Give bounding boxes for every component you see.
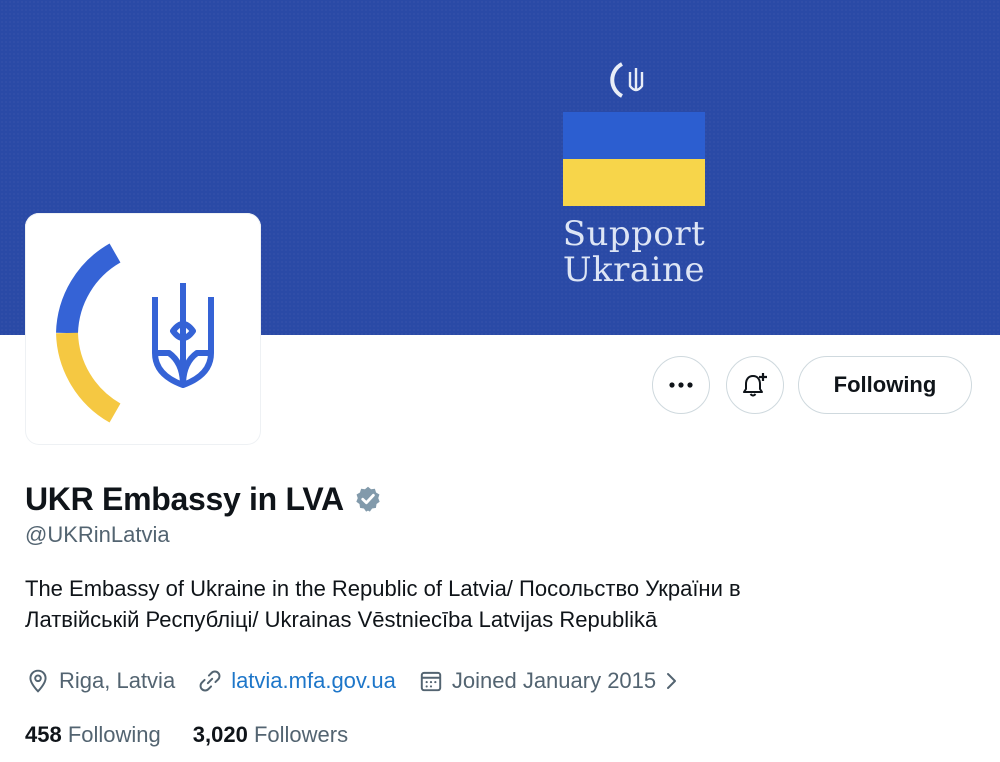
followers-stat[interactable]: 3,020 Followers [193, 722, 348, 748]
profile-stats: 458 Following 3,020 Followers [25, 718, 380, 752]
display-name-row: UKR Embassy in LVA [25, 478, 382, 520]
location-text: Riga, Latvia [59, 668, 176, 693]
more-options-button[interactable] [652, 356, 710, 414]
banner-line-1: Support [562, 214, 706, 254]
bio-line-1: The Embassy of Ukraine in the Republic o… [25, 576, 741, 601]
bio-line-2: Латвійській Республіці/ Ukrainas Vēstnie… [25, 607, 658, 632]
ellipsis-icon [669, 382, 693, 388]
chevron-right-icon [667, 673, 677, 689]
ukraine-emblem-small-icon [610, 62, 644, 98]
location-item: Riga, Latvia [25, 668, 175, 694]
verified-badge-icon[interactable] [354, 485, 382, 513]
website-link[interactable]: latvia.mfa.gov.ua [231, 668, 396, 694]
following-stat[interactable]: 458 Following [25, 722, 161, 748]
website-item[interactable]: latvia.mfa.gov.ua [197, 668, 396, 694]
display-name: UKR Embassy in LVA [25, 480, 344, 517]
ukraine-flag [563, 112, 705, 206]
following-label: Following [67, 722, 161, 747]
following-button[interactable]: Following [798, 356, 972, 414]
calendar-icon [420, 671, 442, 692]
followers-count: 3,020 [192, 722, 248, 747]
handle: @UKRinLatvia [25, 522, 170, 547]
location-pin-icon [29, 669, 47, 693]
bio: The Embassy of Ukraine in the Republic o… [25, 573, 965, 635]
ukraine-trident-logo-icon [56, 243, 214, 423]
banner-text: Support Ukraine [520, 216, 748, 288]
link-icon [199, 670, 221, 692]
following-count: 458 [25, 722, 62, 747]
profile-meta: Riga, Latvia latvia.mfa.gov.ua Joined Ja… [25, 664, 710, 698]
avatar[interactable] [25, 213, 261, 445]
notifications-button[interactable] [726, 356, 784, 414]
banner-line-2: Ukraine [562, 250, 706, 290]
joined-text: Joined January 2015 [451, 668, 657, 693]
bell-plus-icon [743, 373, 767, 397]
followers-label: Followers [253, 722, 349, 747]
joined-item[interactable]: Joined January 2015 [418, 668, 688, 694]
